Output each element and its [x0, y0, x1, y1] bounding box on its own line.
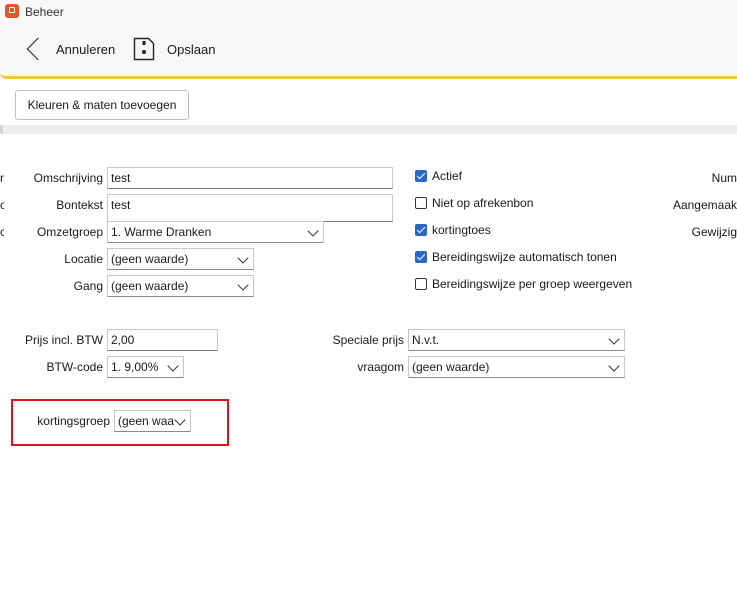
bontekst-label: Bontekst [56, 198, 103, 212]
bontekst-field[interactable]: test [107, 194, 393, 222]
add-colors-sizes-button[interactable]: Kleuren & maten toevoegen [15, 90, 189, 120]
prijs-field[interactable]: 2,00 [107, 329, 218, 351]
locatie-value: (geen waarde) [111, 252, 189, 266]
omzetgroep-select[interactable]: 1. Warme Dranken [107, 221, 324, 243]
checkbox-box [415, 251, 427, 263]
app-logo-icon [5, 4, 19, 18]
modified-label: Gewijzig [691, 225, 737, 239]
checkbox-box [415, 278, 427, 290]
gang-label: Gang [73, 279, 103, 293]
omzetgroep-value: 1. Warme Dranken [111, 225, 212, 239]
save-button[interactable]: Opslaan [133, 34, 215, 64]
checkbox-box [415, 197, 427, 209]
omschrijving-field[interactable]: test [107, 167, 393, 189]
checkbox-bereidingswijze-groep[interactable]: Bereidingswijze per groep weergeven [415, 277, 632, 291]
clipped-label-2: c [0, 198, 4, 212]
window-title: Beheer [25, 5, 64, 19]
checkbox-actief[interactable]: Actief [415, 169, 462, 183]
checkbox-label: Bereidingswijze automatisch tonen [432, 250, 617, 264]
cancel-button[interactable]: Annuleren [24, 34, 115, 64]
save-icon [133, 37, 155, 61]
save-label: Opslaan [167, 41, 216, 57]
gang-value: (geen waarde) [111, 279, 189, 293]
checkbox-label: Niet op afrekenbon [432, 196, 534, 210]
prijs-label: Prijs incl. BTW [25, 333, 103, 347]
checkbox-kortingtoes[interactable]: kortingtoes [415, 223, 491, 237]
checkbox-bereidingswijze-auto[interactable]: Bereidingswijze automatisch tonen [415, 250, 617, 264]
locatie-label: Locatie [64, 252, 103, 266]
speciale-prijs-select[interactable]: N.v.t. [408, 329, 625, 351]
gang-select[interactable]: (geen waarde) [107, 275, 254, 297]
created-label: Aangemaak [672, 198, 737, 212]
locatie-select[interactable]: (geen waarde) [107, 248, 254, 270]
cancel-label: Annuleren [56, 41, 116, 57]
checkbox-box [415, 170, 427, 182]
toolbar: Annuleren Opslaan [0, 24, 737, 79]
speciale-prijs-value: N.v.t. [412, 333, 440, 347]
btw-code-label: BTW-code [46, 360, 103, 374]
number-label: Num [711, 171, 737, 185]
checkbox-label: kortingtoes [432, 223, 491, 237]
clipped-label-1: n [0, 171, 4, 185]
checkbox-label: Actief [432, 169, 463, 183]
back-arrow-icon [24, 36, 42, 62]
kortingsgroep-label: kortingsgroep [37, 414, 110, 428]
checkbox-box [415, 224, 427, 236]
title-bar: Beheer [0, 0, 737, 24]
vraagom-select[interactable]: (geen waarde) [408, 356, 625, 378]
vraagom-label: vraagom [357, 360, 404, 374]
section-divider [0, 125, 737, 134]
omzetgroep-label: Omzetgroep [36, 225, 103, 239]
speciale-prijs-label: Speciale prijs [332, 333, 404, 347]
checkbox-niet-op-afrekenbon[interactable]: Niet op afrekenbon [415, 196, 533, 210]
vraagom-value: (geen waarde) [412, 360, 490, 374]
omschrijving-label: Omschrijving [33, 171, 103, 185]
btw-code-select[interactable]: 1. 9,00% [107, 356, 184, 378]
kortingsgroep-select[interactable]: (geen waa [114, 410, 191, 432]
checkbox-label: Bereidingswijze per groep weergeven [432, 277, 633, 291]
clipped-label-3: c [0, 225, 4, 239]
